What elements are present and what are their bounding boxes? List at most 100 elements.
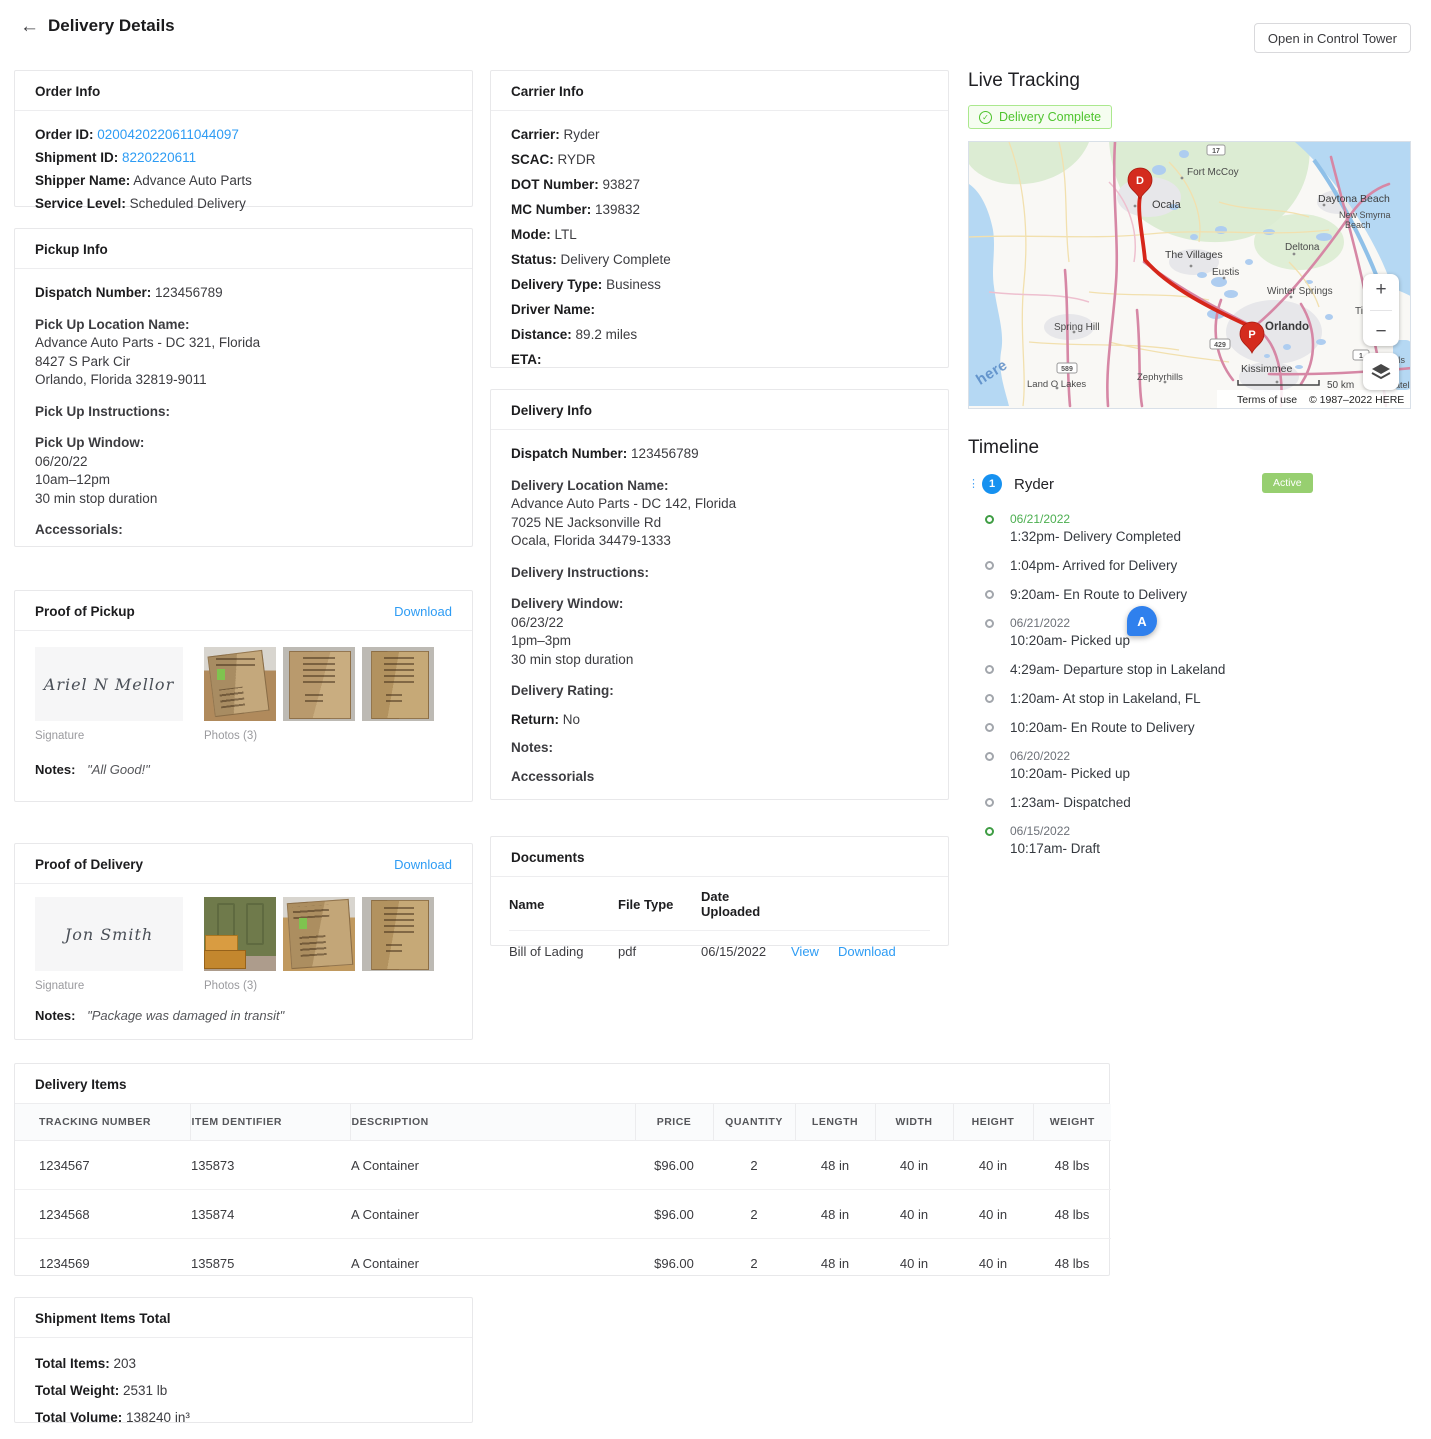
map-terms-link[interactable]: Terms of use bbox=[1237, 394, 1297, 406]
event-date: 06/21/2022 bbox=[1010, 511, 1181, 528]
cell-width: 40 in bbox=[875, 1239, 953, 1288]
timeline-event: 10:20am- En Route to Delivery bbox=[968, 719, 1411, 736]
timeline-event: 1:20am- At stop in Lakeland, FL bbox=[968, 690, 1411, 707]
pickup-address-line2: Orlando, Florida 32819-9011 bbox=[35, 371, 452, 390]
pickup-photos-label: Photos (3) bbox=[204, 730, 434, 742]
pickup-photo-2[interactable] bbox=[283, 647, 355, 721]
pickup-notes-value: "All Good!" bbox=[87, 762, 150, 777]
pickup-photo-3[interactable] bbox=[362, 647, 434, 721]
timeline-event: 9:20am- En Route to Delivery bbox=[968, 586, 1411, 603]
pickup-photo-1[interactable] bbox=[204, 647, 276, 721]
cell-width: 40 in bbox=[875, 1190, 953, 1239]
event-text: 10:20am- En Route to Delivery bbox=[1010, 719, 1195, 736]
proof-of-delivery-download-link[interactable]: Download bbox=[394, 857, 452, 872]
total-volume-value: 138240 in³ bbox=[126, 1410, 190, 1425]
live-tracking-section: Live Tracking ✓ Delivery Complete bbox=[968, 70, 1411, 409]
open-control-tower-button[interactable]: Open in Control Tower bbox=[1254, 23, 1411, 53]
cell-tracking: 1234568 bbox=[15, 1190, 190, 1239]
map-zoom-control: + − bbox=[1363, 274, 1399, 346]
event-text: 4:29am- Departure stop in Lakeland bbox=[1010, 661, 1225, 678]
eta-label: ETA: bbox=[511, 352, 542, 367]
timeline-event: 06/20/2022 10:20am- Picked up bbox=[968, 748, 1411, 782]
delivery-info-title: Delivery Info bbox=[511, 403, 592, 418]
cell-item-id: 135875 bbox=[190, 1239, 350, 1288]
map-label-spring-hill: Spring Hill bbox=[1054, 322, 1100, 333]
delivery-items-card: Delivery Items TRACKING NUMBER ITEM DENT… bbox=[14, 1063, 1110, 1276]
delivery-location-link[interactable]: Advance Auto Parts - DC 142, Florida bbox=[511, 495, 928, 514]
cell-price: $96.00 bbox=[635, 1141, 713, 1190]
documents-card: Documents Name File Type Date Uploaded B… bbox=[490, 836, 949, 946]
delivery-address-line1: 7025 NE Jacksonville Rd bbox=[511, 514, 928, 533]
map-scale-label: 50 km bbox=[1327, 380, 1354, 391]
delivery-photo-2[interactable] bbox=[283, 897, 355, 971]
active-badge[interactable]: Active bbox=[1262, 473, 1313, 493]
event-marker bbox=[985, 515, 994, 524]
cell-length: 48 in bbox=[795, 1141, 875, 1190]
map-layers-button[interactable] bbox=[1363, 353, 1399, 390]
tracking-map[interactable]: 17 429 589 1 Fort McCoy Ocala Daytona Be… bbox=[968, 141, 1411, 409]
shield-429: 429 bbox=[1214, 342, 1226, 349]
timeline-event: 4:29am- Departure stop in Lakeland bbox=[968, 661, 1411, 678]
cell-description: A Container bbox=[350, 1141, 635, 1190]
shipper-name-label: Shipper Name: bbox=[35, 173, 130, 188]
cell-item-id: 135873 bbox=[190, 1141, 350, 1190]
map-label-ocala: Ocala bbox=[1152, 199, 1182, 211]
delivery-items-table: TRACKING NUMBER ITEM DENTIFIER DESCRIPTI… bbox=[15, 1104, 1111, 1287]
pickup-address-line1: 8427 S Park Cir bbox=[35, 353, 452, 372]
layers-icon bbox=[1370, 362, 1392, 382]
event-marker bbox=[985, 561, 994, 570]
return-label: Return: bbox=[511, 712, 559, 727]
timeline-event: 06/15/2022 10:17am- Draft bbox=[968, 823, 1411, 857]
zoom-out-button[interactable]: − bbox=[1363, 322, 1399, 341]
service-level-label: Service Level: bbox=[35, 196, 126, 211]
live-tracking-title: Live Tracking bbox=[968, 70, 1411, 92]
map-label-kissimmee: Kissimmee bbox=[1241, 363, 1293, 375]
delivery-notes-label: Notes: bbox=[35, 1008, 75, 1023]
pin-d-letter: D bbox=[1136, 175, 1144, 187]
cell-length: 48 in bbox=[795, 1190, 875, 1239]
delivery-location-label: Delivery Location Name: bbox=[511, 477, 928, 496]
map-copyright: © 1987–2022 HERE bbox=[1309, 394, 1404, 406]
order-id-label: Order ID: bbox=[35, 127, 94, 142]
zoom-in-button[interactable]: + bbox=[1363, 280, 1399, 299]
back-arrow-icon[interactable]: ← bbox=[20, 16, 39, 38]
table-row: 1234569 135875 A Container $96.00 2 48 i… bbox=[15, 1239, 1111, 1288]
cell-weight: 48 lbs bbox=[1033, 1190, 1111, 1239]
cell-description: A Container bbox=[350, 1239, 635, 1288]
pickup-info-title: Pickup Info bbox=[35, 242, 108, 257]
shipment-id-link[interactable]: 8220220611 bbox=[122, 150, 196, 165]
delivery-photo-3[interactable] bbox=[362, 897, 434, 971]
delivery-window-time: 1pm–3pm bbox=[511, 632, 928, 651]
carrier-label: Carrier: bbox=[511, 127, 560, 142]
delivery-complete-badge: ✓ Delivery Complete bbox=[968, 105, 1112, 129]
event-text: 9:20am- En Route to Delivery bbox=[1010, 586, 1187, 603]
document-file-type: pdf bbox=[618, 944, 701, 959]
document-download-link[interactable]: Download bbox=[838, 944, 896, 959]
col-width: WIDTH bbox=[875, 1104, 953, 1141]
cell-height: 40 in bbox=[953, 1190, 1033, 1239]
map-label-daytona-beach: Daytona Beach bbox=[1318, 193, 1390, 205]
order-id-link[interactable]: 0200420220611044097 bbox=[97, 127, 239, 142]
event-marker bbox=[985, 798, 994, 807]
scac-label: SCAC: bbox=[511, 152, 554, 167]
shipment-total-title: Shipment Items Total bbox=[35, 1311, 171, 1326]
drag-handle-icon[interactable]: ⋮ bbox=[968, 482, 976, 486]
event-text: 10:17am- Draft bbox=[1010, 840, 1100, 857]
carrier-index-badge: 1 bbox=[982, 474, 1002, 494]
pickup-location-link[interactable]: Advance Auto Parts - DC 321, Florida bbox=[35, 334, 452, 353]
service-level-value: Scheduled Delivery bbox=[130, 196, 246, 211]
delivery-photo-1[interactable] bbox=[204, 897, 276, 971]
event-text: 10:20am- Picked up bbox=[1010, 765, 1130, 782]
proof-of-pickup-download-link[interactable]: Download bbox=[394, 604, 452, 619]
col-description: DESCRIPTION bbox=[350, 1104, 635, 1141]
table-row: 1234567 135873 A Container $96.00 2 48 i… bbox=[15, 1141, 1111, 1190]
cell-quantity: 2 bbox=[713, 1239, 795, 1288]
carrier-value: Ryder bbox=[564, 127, 600, 142]
col-tracking-number: TRACKING NUMBER bbox=[15, 1104, 190, 1141]
map-label-new-smyrna-1: New Smyrna bbox=[1339, 210, 1391, 220]
order-info-title: Order Info bbox=[35, 84, 100, 99]
cell-length: 48 in bbox=[795, 1239, 875, 1288]
delivery-notes-section-label: Notes: bbox=[511, 739, 928, 758]
shipment-items-total-card: Shipment Items Total Total Items: 203 To… bbox=[14, 1297, 473, 1423]
document-view-link[interactable]: View bbox=[791, 944, 819, 959]
